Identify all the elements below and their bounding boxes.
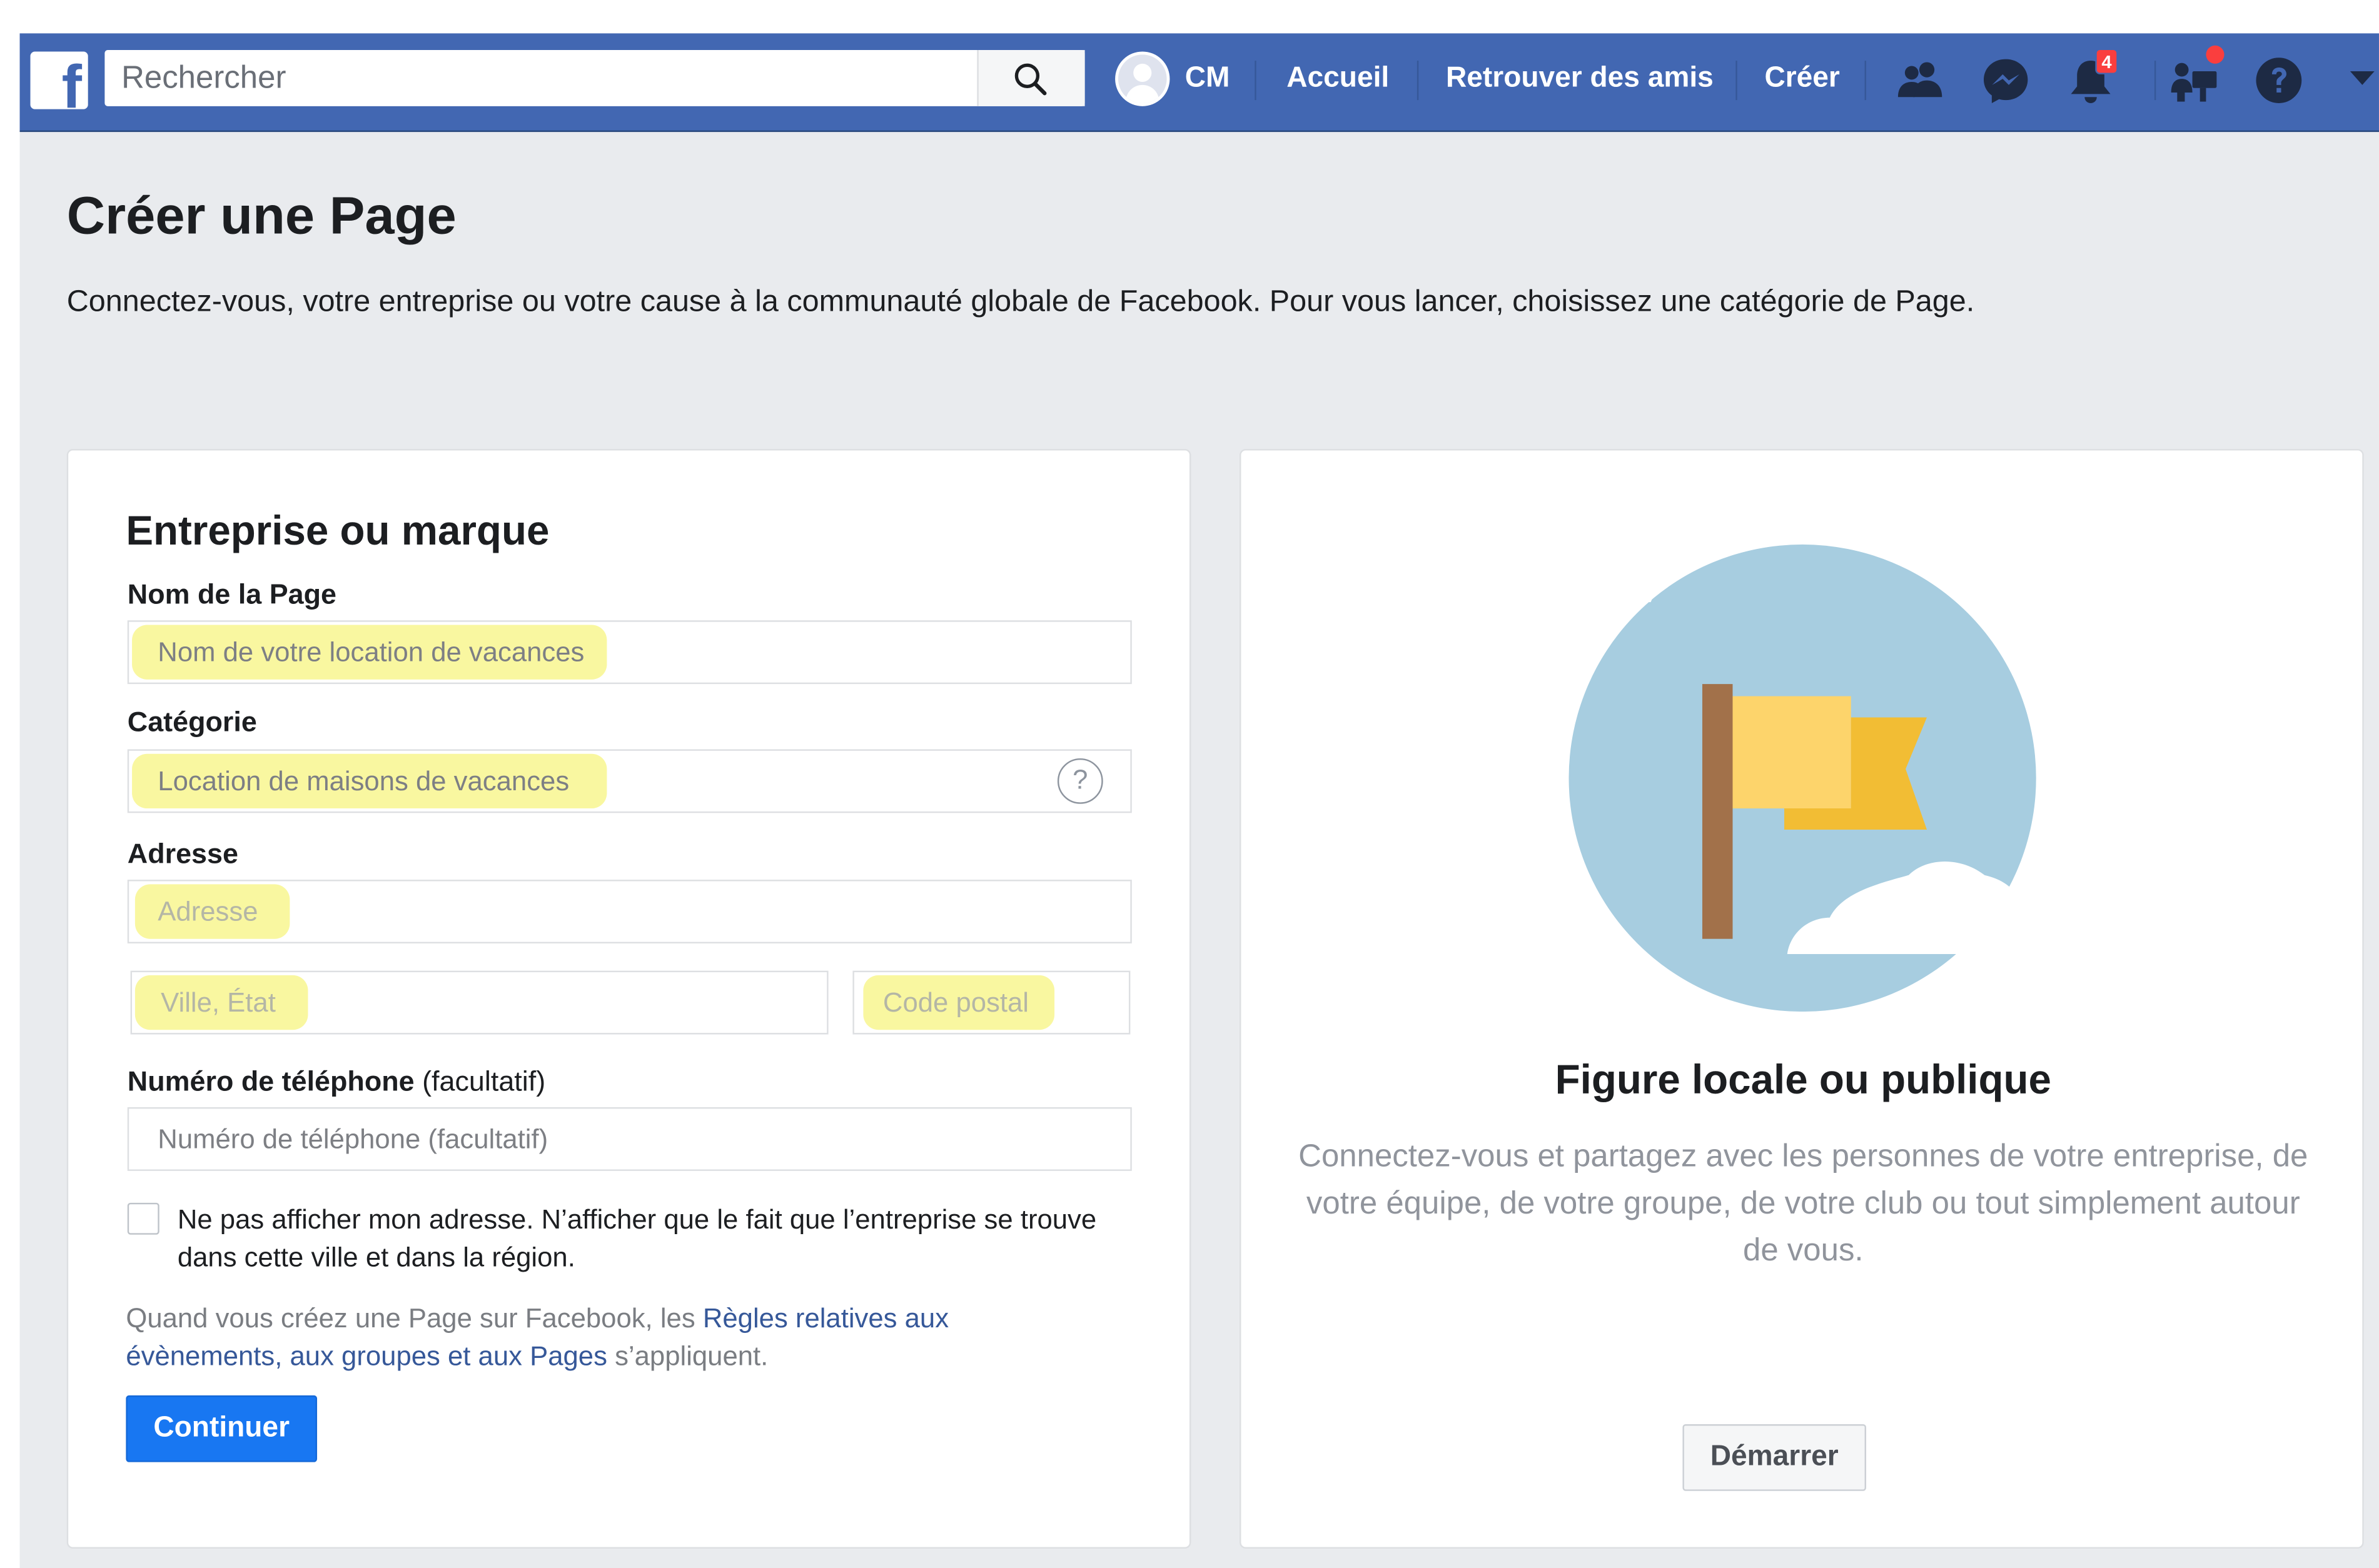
phone-label-optional: (facultatif): [422, 1065, 546, 1097]
quick-help-dot: [2206, 45, 2225, 64]
search-icon: [1014, 63, 1047, 96]
address-input[interactable]: [129, 881, 1131, 942]
city-input[interactable]: [132, 972, 827, 1033]
avatar[interactable]: [1115, 51, 1170, 106]
nav-divider: [1255, 61, 1256, 101]
rules-prefix: Quand vous créez une Page sur Facebook, …: [126, 1302, 695, 1334]
rules-suffix: s’appliquent.: [615, 1340, 769, 1372]
page-name-field: [127, 620, 1132, 685]
nav-link-home[interactable]: Accueil: [1286, 61, 1389, 97]
rules-notice: Quand vous créez une Page sur Facebook, …: [126, 1300, 1066, 1375]
notification-badge: 4: [2095, 48, 2118, 74]
card-description: Connectez-vous et partagez avec les pers…: [1298, 1138, 2308, 1269]
nav-divider: [1417, 61, 1419, 101]
page: f CM Accueil Retrouver des amis Créer: [0, 0, 2379, 1568]
top-navigation-bar: f CM Accueil Retrouver des amis Créer: [19, 33, 2379, 133]
question-mark-icon[interactable]: ?: [1057, 758, 1103, 804]
nav-divider: [1735, 61, 1737, 101]
postal-code-field: [852, 970, 1131, 1035]
category-field: ?: [127, 749, 1132, 813]
page-name-input[interactable]: [129, 621, 1131, 683]
category-input[interactable]: [129, 750, 1131, 812]
flag-illustration-icon: [1529, 539, 2039, 1012]
card-title: Entreprise ou marque: [126, 508, 550, 554]
category-label: Catégorie: [127, 705, 257, 738]
phone-label: Numéro de téléphone (facultatif): [128, 1063, 545, 1100]
dropdown-arrow-icon[interactable]: [2350, 71, 2375, 86]
address-field: [127, 880, 1132, 943]
search-box: [104, 50, 1085, 106]
hide-address-label: Ne pas afficher mon adresse. N’afficher …: [177, 1204, 1097, 1273]
left-margin: [0, 0, 20, 1568]
public-figure-card: Figure locale ou publique Connectez-vous…: [1240, 449, 2364, 1549]
nav-divider: [2154, 61, 2156, 101]
phone-field: [127, 1107, 1132, 1171]
continue-button[interactable]: Continuer: [126, 1395, 318, 1462]
friend-requests-icon[interactable]: [1895, 54, 1946, 106]
page-name-label: Nom de la Page: [127, 578, 337, 610]
business-brand-card: Entreprise ou marque Nom de la Page Caté…: [66, 449, 1191, 1549]
start-button[interactable]: Démarrer: [1682, 1424, 1866, 1491]
nav-link-create[interactable]: Créer: [1764, 61, 1839, 97]
postal-code-input[interactable]: [854, 972, 1129, 1033]
phone-input[interactable]: [129, 1108, 1131, 1170]
profile-link[interactable]: CM: [1185, 61, 1230, 97]
address-label: Adresse: [127, 837, 238, 870]
search-input[interactable]: [104, 50, 977, 106]
city-field: [130, 970, 829, 1035]
messenger-icon[interactable]: [1980, 54, 2031, 106]
page-title: Créer une Page: [66, 186, 457, 246]
card-title: Figure locale ou publique: [1555, 1057, 2051, 1103]
help-icon[interactable]: [2253, 54, 2305, 106]
nav-divider: [1864, 61, 1866, 101]
facebook-logo-icon[interactable]: f: [30, 51, 88, 109]
top-margin: [0, 0, 2379, 34]
search-button[interactable]: [977, 50, 1085, 106]
page-description: Connectez-vous, votre entreprise ou votr…: [66, 285, 1975, 319]
phone-label-text: Numéro de téléphone: [127, 1065, 415, 1097]
hide-address-checkbox[interactable]: [127, 1202, 159, 1235]
nav-link-find-friends[interactable]: Retrouver des amis: [1446, 61, 1714, 97]
